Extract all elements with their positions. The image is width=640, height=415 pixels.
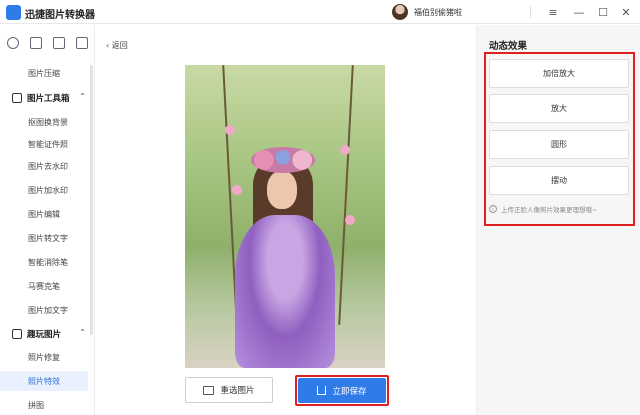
upload-tip: i 上传正脸人像照片效果更理想哦~ <box>489 204 597 214</box>
sidebar-item-image-edit[interactable]: 图片编辑 <box>0 204 88 224</box>
effect-swing-button[interactable]: 摆动 <box>489 166 629 195</box>
menu-button[interactable]: ≡ <box>544 3 562 21</box>
sidebar-item-cutout[interactable]: 抠图换背景 <box>0 112 88 132</box>
sidebar-item-id-photo[interactable]: 智能证件照 <box>0 134 88 154</box>
back-label: 返回 <box>111 41 128 50</box>
sidebar-item-mosaic[interactable]: 马赛克笔 <box>0 276 88 296</box>
sidebar-item-remove-watermark[interactable]: 图片去水印 <box>0 156 88 176</box>
chevron-up-icon: ⌃ <box>79 328 86 337</box>
flower-decoration <box>232 185 242 195</box>
sidebar-group-fun[interactable]: 趣玩图片 ⌃ <box>0 324 88 344</box>
image-tools-icon[interactable] <box>30 37 42 49</box>
toolbox-icon <box>12 93 22 103</box>
image-preview <box>185 65 385 368</box>
app-logo-icon <box>6 5 21 20</box>
back-button[interactable]: ‹ 返回 <box>106 40 128 51</box>
maximize-button[interactable]: ☐ <box>594 3 612 21</box>
sidebar-item-eraser[interactable]: 智能消除笔 <box>0 252 88 272</box>
info-icon: i <box>489 205 497 213</box>
image-icon <box>203 385 215 395</box>
swing-rope-right <box>338 65 354 325</box>
flower-wreath <box>251 147 315 173</box>
main-content: ‹ 返回 重选图片 立即保存 <box>96 25 474 415</box>
titlebar-divider <box>530 6 531 18</box>
sidebar-item-add-watermark[interactable]: 图片加水印 <box>0 180 88 200</box>
title-bar: 迅捷图片转换器 福伯别偷猪啦 ≡ — ☐ ✕ <box>0 0 640 24</box>
panel-title: 动态效果 <box>489 41 528 52</box>
effects-panel: 动态效果 加倍放大 放大 圆形 摆动 i 上传正脸人像照片效果更理想哦~ <box>476 25 640 415</box>
sidebar-icon-row <box>0 34 95 54</box>
layers-icon[interactable] <box>76 37 88 49</box>
dress-shape <box>235 215 335 368</box>
sidebar-item-add-text[interactable]: 图片加文字 <box>0 300 88 320</box>
flower-decoration <box>225 125 235 135</box>
sidebar: 图片压缩 图片工具箱 ⌃ 抠图换背景 智能证件照 图片去水印 图片加水印 图片编… <box>0 25 95 415</box>
save-label: 立即保存 <box>332 386 367 397</box>
flower-decoration <box>340 145 350 155</box>
convert-icon[interactable] <box>7 37 19 49</box>
save-button[interactable]: 立即保存 <box>298 378 386 403</box>
fun-image-icon <box>12 329 22 339</box>
username[interactable]: 福伯别偷猪啦 <box>414 7 462 18</box>
download-icon <box>317 386 327 395</box>
sidebar-item-photo-repair[interactable]: 照片修复 <box>0 347 88 367</box>
sidebar-item-collage[interactable]: 拼图 <box>0 395 88 415</box>
effect-circle-button[interactable]: 圆形 <box>489 130 629 159</box>
photo-icon[interactable] <box>53 37 65 49</box>
sidebar-group-toolbox[interactable]: 图片工具箱 ⌃ <box>0 88 88 108</box>
sidebar-item-photo-effects[interactable]: 照片特效 <box>0 371 88 391</box>
app-title: 迅捷图片转换器 <box>25 10 95 21</box>
chevron-up-icon: ⌃ <box>79 92 86 101</box>
reselect-image-button[interactable]: 重选图片 <box>185 377 273 403</box>
tip-text: 上传正脸人像照片效果更理想哦~ <box>501 206 598 214</box>
minimize-button[interactable]: — <box>570 3 588 21</box>
flower-decoration <box>345 215 355 225</box>
sidebar-group-label: 图片工具箱 <box>27 94 70 104</box>
reselect-label: 重选图片 <box>220 386 255 396</box>
effect-zoom-button[interactable]: 放大 <box>489 94 629 123</box>
sidebar-group-label: 趣玩图片 <box>27 330 62 340</box>
sidebar-scrollbar[interactable] <box>90 65 93 335</box>
sidebar-item-image-compress[interactable]: 图片压缩 <box>0 63 88 83</box>
effect-double-zoom-button[interactable]: 加倍放大 <box>489 59 629 88</box>
close-button[interactable]: ✕ <box>617 3 635 21</box>
sidebar-item-image-to-text[interactable]: 图片转文字 <box>0 228 88 248</box>
user-avatar[interactable] <box>392 4 408 20</box>
preview-photo <box>185 65 385 368</box>
face-shape <box>267 171 297 209</box>
